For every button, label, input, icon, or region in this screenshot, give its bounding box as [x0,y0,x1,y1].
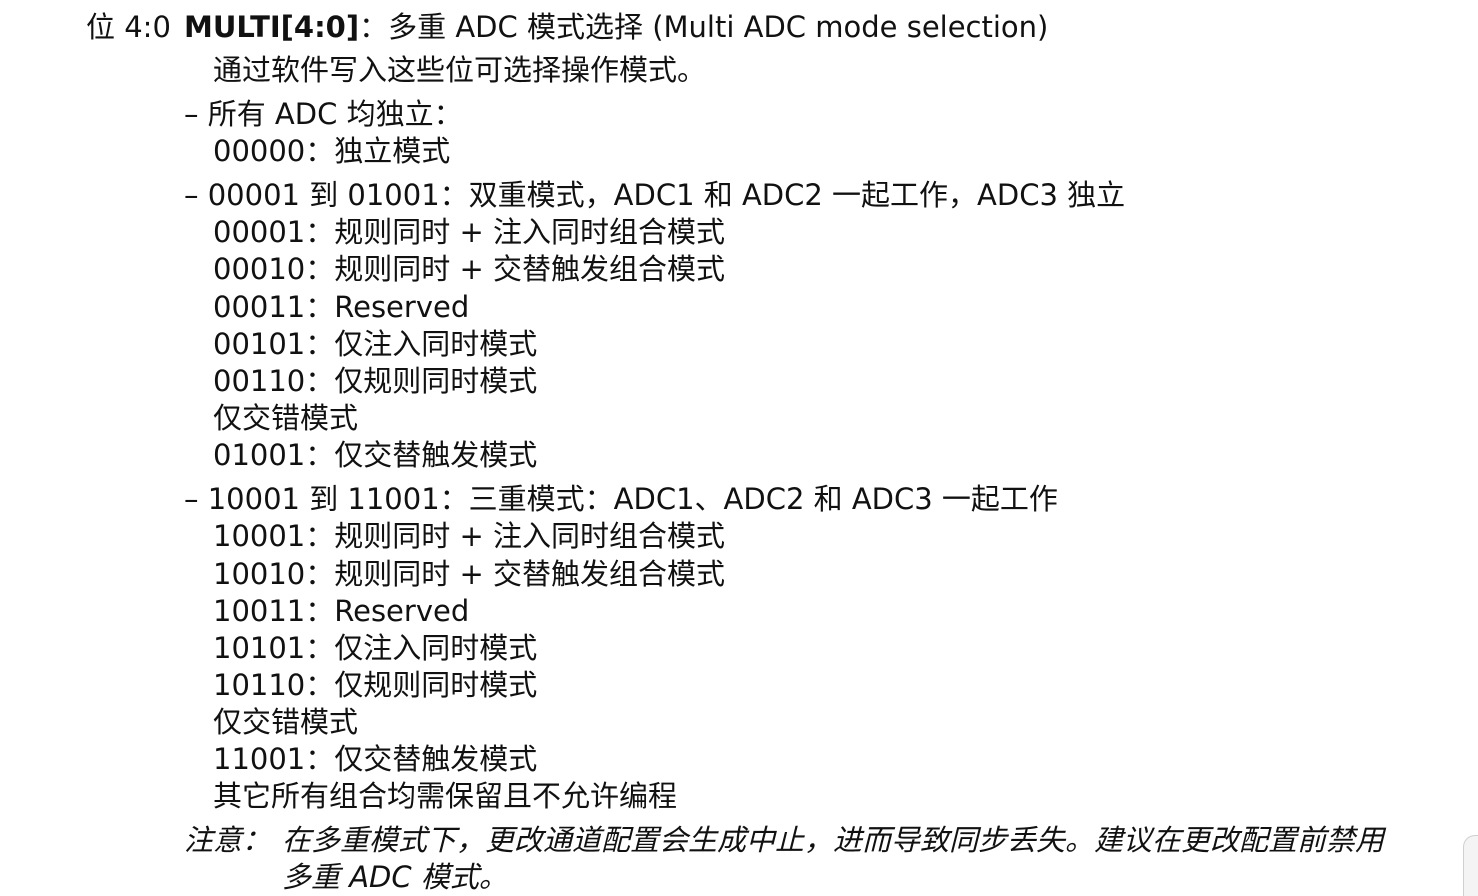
field-name: MULTI[4:0] [184,10,360,44]
list-item: 仅交错模式 [213,401,359,435]
group-heading: – 00001 到 01001：双重模式，ADC1 和 ADC2 一起工作，AD… [184,178,1126,212]
bit-range-label: 位 4:0 [86,10,171,44]
note-label: 注意： [184,823,272,857]
list-item: 10110：仅规则同时模式 [213,668,538,702]
list-item: 00110：仅规则同时模式 [213,364,538,398]
list-item: 10011：Reserved [213,594,470,628]
list-item: 01001：仅交替触发模式 [213,438,538,472]
list-item: 其它所有组合均需保留且不允许编程 [213,779,678,813]
list-item: 00011：Reserved [213,290,470,324]
field-title-line: MULTI[4:0]：多重 ADC 模式选择 (Multi ADC mode s… [184,9,1048,45]
note-text-continued: 多重 ADC 模式。 [282,860,508,894]
list-item: 11001：仅交替触发模式 [213,742,538,776]
list-item: 10101：仅注入同时模式 [213,631,538,665]
intro-text: 通过软件写入这些位可选择操作模式。 [213,53,707,87]
list-item: 00000：独立模式 [213,134,451,168]
list-item: 00101：仅注入同时模式 [213,327,538,361]
list-item: 仅交错模式 [213,705,359,739]
list-item: 00010：规则同时 + 交替触发组合模式 [213,252,725,286]
list-item: 10010：规则同时 + 交替触发组合模式 [213,557,725,591]
group-heading: – 所有 ADC 均独立： [184,97,463,131]
note-text: 在多重模式下，更改通道配置会生成中止，进而导致同步丢失。建议在更改配置前禁用 [282,823,1385,857]
field-description: ：多重 ADC 模式选择 (Multi ADC mode selection) [359,10,1049,44]
page-edge-tab [1463,835,1478,896]
list-item: 10001：规则同时 + 注入同时组合模式 [213,519,725,553]
list-item: 00001：规则同时 + 注入同时组合模式 [213,215,725,249]
group-heading: – 10001 到 11001：三重模式：ADC1、ADC2 和 ADC3 一起… [184,482,1058,516]
